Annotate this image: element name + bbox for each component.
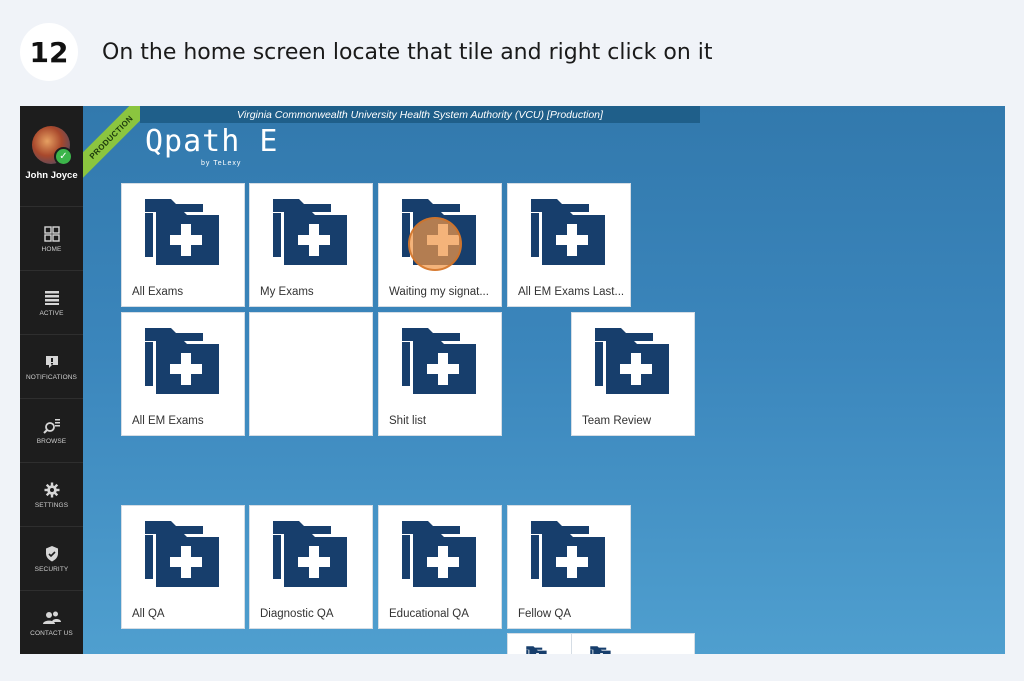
home-grid-icon [43,225,60,243]
step-number-badge: 12 [20,23,78,81]
qpath-logo: Qpath E by TeLexy [145,124,279,167]
contacts-icon [42,609,61,627]
sidebar-item-active[interactable]: ACTIVE [20,270,83,335]
logo-subtext: by TeLexy [201,160,242,167]
tile-shit-list[interactable]: Shit list [378,312,502,436]
sidebar-item-label: SETTINGS [34,502,69,509]
tile-all-exams[interactable]: All Exams [121,183,245,307]
avatar[interactable]: ✓ [32,126,73,166]
folder-plus-icon [144,196,224,266]
folder-plus-icon [401,325,481,395]
folder-plus-icon [272,196,352,266]
tile-my-exams[interactable]: My Exams [249,183,373,307]
tile-fellow-qa[interactable]: Fellow QA [507,505,631,629]
tile-label: All EM Exams [132,415,204,427]
user-name: John Joyce [25,170,78,181]
tile-waiting-my-signature[interactable]: Waiting my signat... [378,183,502,307]
tile-label: Waiting my signat... [389,286,489,298]
sidebar-item-label: NOTIFICATIONS [25,374,77,381]
sidebar-item-contact-us[interactable]: CONTACT US [20,590,83,654]
tile-all-em-exams[interactable]: All EM Exams [121,312,245,436]
step-instruction: On the home screen locate that tile and … [102,39,713,65]
tile-label: Shit list [389,415,427,427]
folder-plus-icon [144,325,224,395]
folder-plus-icon [526,644,548,654]
tile-label: Educational QA [389,608,469,620]
folder-plus-icon [594,325,674,395]
gear-icon [44,481,60,499]
tile-label: Fellow QA [518,608,572,620]
list-icon [44,289,60,307]
tile-label: All QA [132,608,165,620]
tile-all-em-exams-last[interactable]: All EM Exams Last... [507,183,631,307]
organization-banner: Virginia Commonwealth University Health … [140,106,700,123]
tile-label: My Exams [260,286,314,298]
folder-plus-icon [144,518,224,588]
sidebar-item-settings[interactable]: SETTINGS [20,462,83,527]
sidebar-item-notifications[interactable]: NOTIFICATIONS [20,334,83,399]
folder-plus-icon [272,518,352,588]
folder-plus-icon [401,518,481,588]
online-check-icon: ✓ [54,147,73,166]
sidebar-item-label: CONTACT US [30,630,73,637]
shield-icon [45,545,59,563]
folder-plus-icon [530,518,610,588]
tile-team-review[interactable]: Team Review [571,312,695,436]
tile-label: Team Review [582,415,652,427]
tile-all-qa[interactable]: All QA [121,505,245,629]
folder-plus-icon [590,644,612,654]
alert-icon [44,353,60,371]
app-screenshot: ✓ John Joyce HOME ACTIVE NOTIFICATIONS B… [20,106,1005,654]
sidebar-item-browse[interactable]: BROWSE [20,398,83,463]
logo-text: Qpath E [145,124,279,159]
sidebar-item-security[interactable]: SECURITY [20,526,83,591]
sidebar-item-home[interactable]: HOME [20,206,83,271]
tile-label: Diagnostic QA [260,608,334,620]
sidebar-item-label: BROWSE [36,438,67,445]
folder-plus-icon [530,196,610,266]
tile-empty[interactable] [249,312,373,436]
tile-diagnostic-qa[interactable]: Diagnostic QA [249,505,373,629]
user-profile[interactable]: ✓ John Joyce [20,106,83,189]
search-icon [42,417,61,435]
step-header: 12 On the home screen locate that tile a… [20,23,713,81]
sidebar-item-label: ACTIVE [39,310,64,317]
sidebar-item-label: HOME [41,246,62,253]
tile-partial[interactable] [571,633,695,654]
click-indicator [408,217,462,271]
sidebar: ✓ John Joyce HOME ACTIVE NOTIFICATIONS B… [20,106,83,654]
sidebar-item-label: SECURITY [34,566,69,573]
tile-educational-qa[interactable]: Educational QA [378,505,502,629]
tile-label: All EM Exams Last... [518,286,624,298]
tile-label: All Exams [132,286,184,298]
